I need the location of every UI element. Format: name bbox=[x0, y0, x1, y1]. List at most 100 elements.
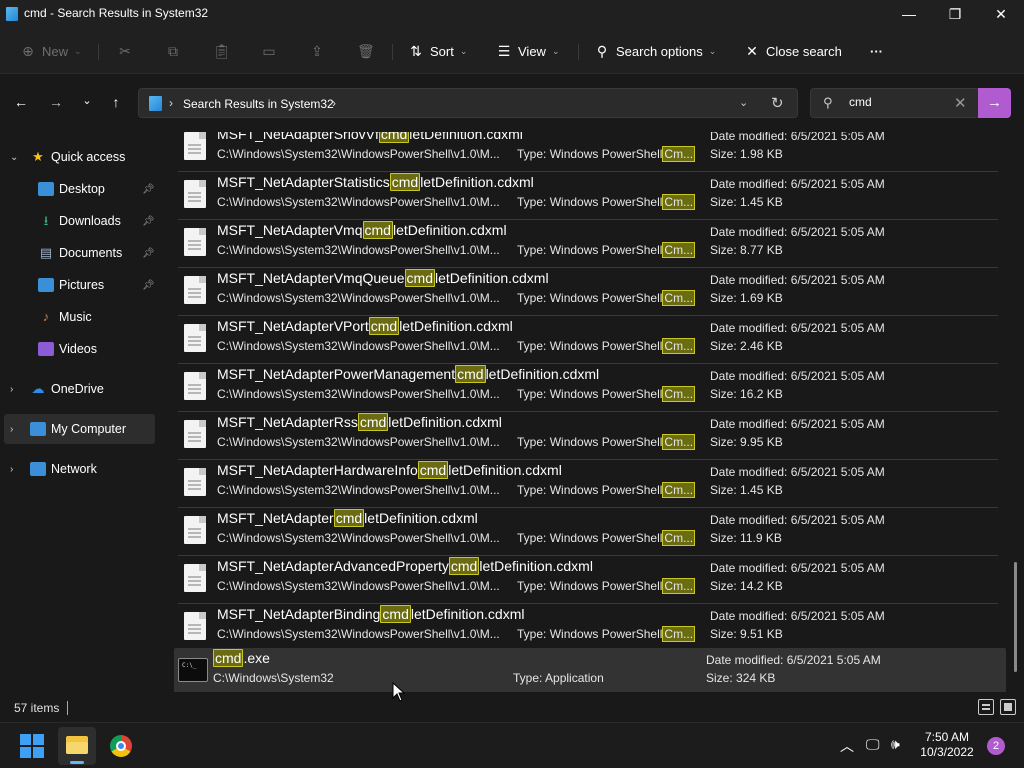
large-icons-view-button[interactable] bbox=[1000, 699, 1016, 715]
toolbar-divider bbox=[392, 44, 393, 60]
view-button[interactable]: ☰ View ⌄ bbox=[496, 41, 560, 61]
forward-button[interactable]: → bbox=[46, 94, 66, 114]
details-view-button[interactable] bbox=[978, 699, 994, 715]
date-modified: Date modified: 6/5/2021 5:05 AM bbox=[710, 369, 885, 383]
maximize-button[interactable]: ❐ bbox=[932, 0, 978, 28]
minimize-button[interactable]: — bbox=[886, 0, 932, 28]
search-options-icon: ⚲ bbox=[596, 42, 608, 59]
clear-search-icon[interactable]: ✕ bbox=[954, 94, 967, 112]
sidebar-item-videos[interactable]: Videos bbox=[0, 334, 158, 364]
file-row[interactable]: MSFT_NetAdapterHardwareInfo cmd letDefinit… bbox=[178, 460, 998, 508]
search-match-highlight: cmd bbox=[404, 269, 435, 287]
sidebar-item-documents[interactable]: ▤ Documents 📌︎ bbox=[0, 238, 158, 268]
taskbar-clock[interactable]: 7:50 AM 10/3/2022 bbox=[912, 730, 982, 760]
sidebar-item-quick-access[interactable]: ⌄ ★ Quick access bbox=[0, 142, 158, 172]
file-row[interactable]: MSFT_NetAdapterStatistics cmd letDefinitio… bbox=[178, 172, 998, 220]
search-icon: ⚲ bbox=[823, 95, 833, 110]
back-button[interactable]: ← bbox=[11, 94, 31, 114]
address-dropdown-icon[interactable]: ⌄ bbox=[739, 96, 748, 109]
date-label: Date modified: bbox=[706, 653, 784, 667]
file-row[interactable]: MSFT_NetAdapterVmqQueue cmd letDefinition.… bbox=[178, 268, 998, 316]
file-row[interactable]: MSFT_NetAdapterSriovVf cmd letDefinition.c… bbox=[178, 132, 998, 172]
cut-button[interactable]: ✂ bbox=[117, 41, 139, 61]
sort-button[interactable]: ⇅ Sort ⌄ bbox=[408, 41, 467, 61]
date-label: Date modified: bbox=[710, 465, 788, 479]
file-row[interactable]: MSFT_NetAdapterVmq cmd letDefinition.cdxml… bbox=[178, 220, 998, 268]
type-match-highlight: Cm... bbox=[662, 290, 696, 306]
date-modified: Date modified: 6/5/2021 5:05 AM bbox=[710, 273, 885, 287]
file-row[interactable]: MSFT_NetAdapterBinding cmd letDefinition.c… bbox=[178, 604, 998, 652]
date-value: 6/5/2021 5:05 AM bbox=[790, 132, 885, 143]
file-row[interactable]: MSFT_NetAdapterVPort cmd letDefinition.cdx… bbox=[178, 316, 998, 364]
refresh-icon[interactable]: ↻ bbox=[771, 94, 784, 112]
sidebar-item-network[interactable]: › Network bbox=[0, 454, 158, 484]
type-label: Type: bbox=[517, 627, 547, 641]
file-type: Type: Windows PowerShell Cm... bbox=[517, 434, 696, 450]
computer-icon bbox=[30, 422, 46, 436]
expand-chevron-icon[interactable]: › bbox=[10, 464, 13, 475]
volume-icon[interactable]: 🕪︎ bbox=[891, 736, 900, 753]
close-search-button[interactable]: ✕ Close search bbox=[744, 41, 842, 61]
sidebar-item-label: My Computer bbox=[51, 422, 127, 436]
file-name: MSFT_NetAdapterVPort cmd letDefinition.cdx… bbox=[217, 317, 513, 335]
scrollbar-thumb[interactable] bbox=[1014, 562, 1017, 672]
collapse-chevron-icon[interactable]: ⌄ bbox=[10, 152, 18, 163]
sidebar-item-desktop[interactable]: Desktop 📌︎ bbox=[0, 174, 158, 204]
file-row[interactable]: MSFT_NetAdapterRss cmd letDefinition.cdxml… bbox=[178, 412, 998, 460]
notification-badge[interactable]: 2 bbox=[987, 737, 1005, 755]
date-modified: Date modified: 6/5/2021 5:05 AM bbox=[710, 513, 885, 527]
new-label: New bbox=[42, 43, 69, 59]
rename-button[interactable]: ▭ bbox=[261, 41, 283, 61]
search-match-highlight: cmd bbox=[213, 649, 244, 667]
sidebar-item-label: Pictures bbox=[59, 278, 105, 292]
file-row[interactable]: MSFT_NetAdapterPowerManagement cmd letDefi… bbox=[178, 364, 998, 412]
network-status-icon[interactable]: 🖵︎ bbox=[866, 736, 880, 753]
taskbar-file-explorer[interactable] bbox=[58, 727, 96, 765]
show-hidden-icons-chevron-icon[interactable]: ︿ bbox=[840, 736, 854, 756]
close-button[interactable]: ✕ bbox=[978, 0, 1024, 28]
type-label: Type: bbox=[517, 531, 547, 545]
breadcrumb-chevron-icon[interactable]: › bbox=[332, 96, 336, 110]
new-button[interactable]: ⊕ New ⌄ bbox=[20, 41, 81, 61]
up-button[interactable]: ↑ bbox=[106, 94, 126, 114]
expand-chevron-icon[interactable]: › bbox=[10, 424, 13, 435]
sidebar-item-music[interactable]: ♪ Music bbox=[0, 302, 158, 332]
type-value: Windows PowerShell bbox=[549, 483, 663, 497]
file-size: Size: 8.77 KB bbox=[710, 243, 783, 257]
expand-chevron-icon[interactable]: › bbox=[10, 384, 13, 395]
taskbar-chrome[interactable] bbox=[102, 727, 140, 765]
date-modified: Date modified: 6/5/2021 5:05 AM bbox=[710, 132, 885, 143]
file-size: Size: 9.95 KB bbox=[710, 435, 783, 449]
file-type: Type: Windows PowerShell Cm... bbox=[517, 242, 696, 258]
search-options-button[interactable]: ⚲ Search options ⌄ bbox=[594, 41, 716, 61]
type-value: Windows PowerShell bbox=[549, 195, 663, 209]
paste-button[interactable]: 📋︎ bbox=[213, 41, 235, 61]
trash-icon: 🗑︎ bbox=[357, 42, 375, 59]
search-input[interactable] bbox=[849, 95, 949, 109]
file-row[interactable]: MSFT_NetAdapterAdvancedProperty cmd letDef… bbox=[178, 556, 998, 604]
file-name-prefix: MSFT_NetAdapterSriovVf bbox=[217, 132, 379, 142]
size-value: 14.2 KB bbox=[740, 579, 783, 593]
share-button[interactable]: ⇪ bbox=[309, 41, 331, 61]
delete-button[interactable]: 🗑︎ bbox=[357, 41, 379, 61]
search-box[interactable]: ⚲ ✕ bbox=[810, 88, 980, 118]
document-lines bbox=[188, 240, 201, 242]
file-row-selected[interactable]: C:\_ cmd .exe C:\Windows\System32 Type: Appl… bbox=[174, 648, 1006, 692]
type-label: Type: bbox=[517, 387, 547, 401]
search-go-button[interactable]: → bbox=[978, 88, 1011, 118]
document-file-icon bbox=[184, 228, 206, 256]
sidebar-item-my-computer[interactable]: › My Computer bbox=[4, 414, 155, 444]
sidebar-item-pictures[interactable]: Pictures 📌︎ bbox=[0, 270, 158, 300]
address-row: ← → ⌄ ↑ › Search Results in System32 › ⌄… bbox=[0, 74, 1024, 132]
sidebar-item-onedrive[interactable]: › ☁ OneDrive bbox=[0, 374, 158, 404]
file-type: Type: Windows PowerShell Cm... bbox=[517, 146, 696, 162]
breadcrumb[interactable]: Search Results in System32 bbox=[183, 97, 334, 111]
more-options-button[interactable]: ··· bbox=[870, 41, 883, 61]
document-file-icon bbox=[184, 612, 206, 640]
file-row[interactable]: MSFT_NetAdapter cmd letDefinition.cdxml C:\… bbox=[178, 508, 998, 556]
address-bar[interactable]: › Search Results in System32 › ⌄ ↻ bbox=[138, 88, 798, 118]
recent-locations-button[interactable]: ⌄ bbox=[77, 94, 97, 114]
copy-button[interactable]: ⧉ bbox=[165, 41, 187, 61]
sidebar-item-downloads[interactable]: ⭳ Downloads 📌︎ bbox=[0, 206, 158, 236]
start-button[interactable] bbox=[20, 734, 44, 758]
